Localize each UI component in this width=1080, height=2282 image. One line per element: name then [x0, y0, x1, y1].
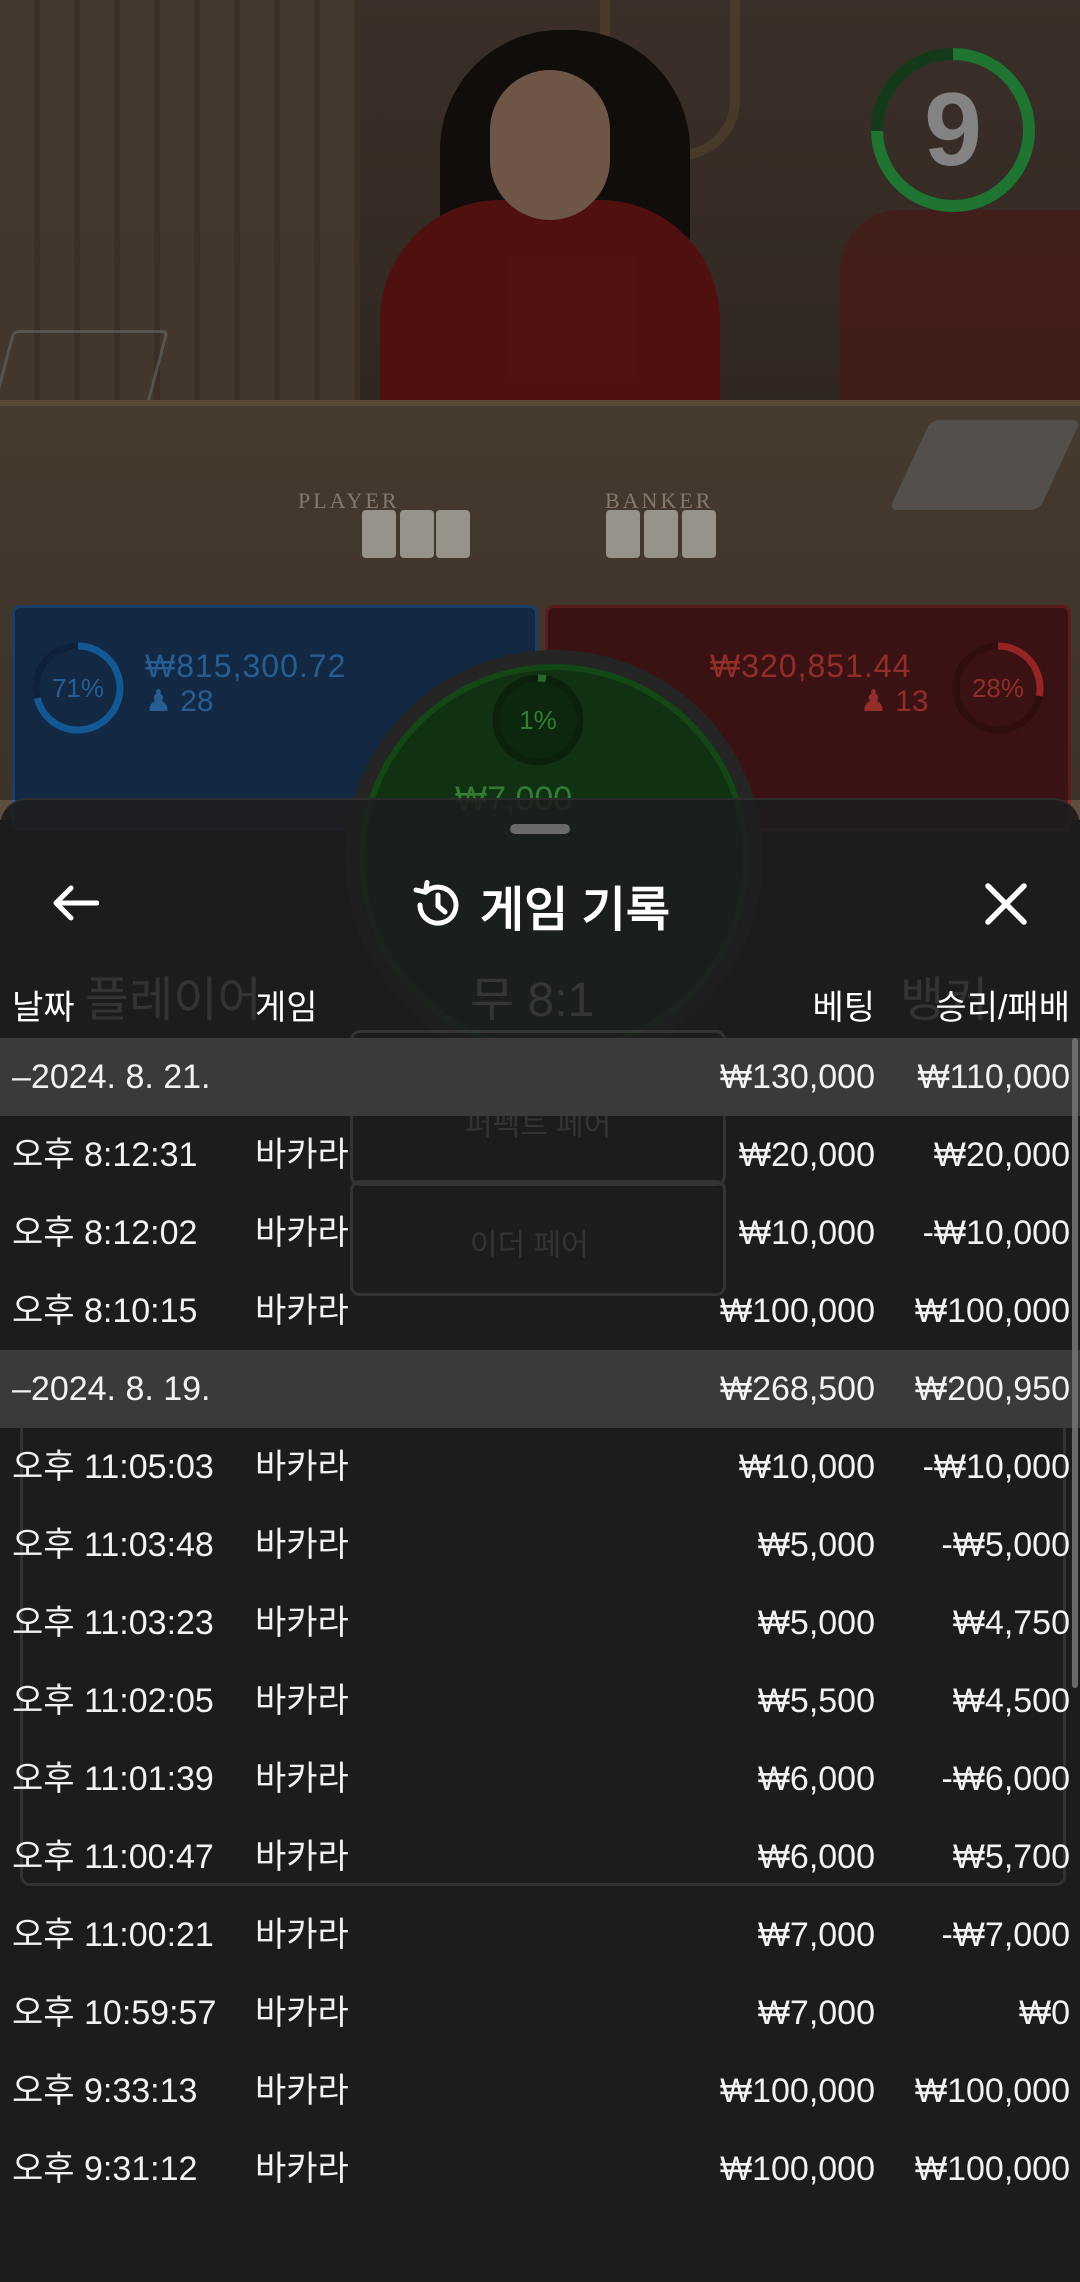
round-bet: ₩5,000	[757, 1526, 875, 1564]
round-bet: ₩5,000	[757, 1604, 875, 1642]
round-time: 오후 11:02:05	[12, 1682, 214, 1720]
group-bet-total: ₩130,000	[720, 1058, 875, 1096]
group-bet-total: ₩268,500	[720, 1370, 875, 1408]
round-result: -₩6,000	[941, 1760, 1071, 1798]
column-game: 게임	[255, 989, 318, 1027]
round-game: 바카라	[255, 1604, 349, 1642]
round-time: 오후 10:59:57	[12, 1994, 217, 2032]
round-game: 바카라	[255, 1760, 349, 1798]
history-row[interactable]: 오후 11:00:21 바카라 ₩7,000 -₩7,000	[0, 1896, 1080, 1974]
round-time: 오후 8:12:02	[12, 1214, 198, 1252]
round-result: ₩100,000	[915, 2150, 1070, 2188]
round-result: ₩20,000	[933, 1136, 1070, 1174]
round-time: 오후 9:31:12	[12, 2150, 198, 2188]
round-time: 오후 11:01:39	[12, 1760, 214, 1798]
round-bet: ₩100,000	[720, 1292, 875, 1330]
round-time: 오후 11:03:23	[12, 1604, 214, 1642]
round-result: ₩100,000	[915, 1292, 1070, 1330]
round-time: 오후 11:00:47	[12, 1838, 214, 1876]
history-row[interactable]: 오후 11:05:03 바카라 ₩10,000 -₩10,000	[0, 1428, 1080, 1506]
column-bet: 베팅	[812, 989, 875, 1027]
round-bet: ₩100,000	[720, 2150, 875, 2188]
round-game: 바카라	[255, 1136, 349, 1174]
video-dim-overlay	[0, 0, 1080, 800]
column-result: 승리/패배	[935, 989, 1070, 1027]
scrollbar[interactable]	[1072, 1038, 1078, 1688]
history-row[interactable]: 오후 8:12:31 바카라 ₩20,000 ₩20,000	[0, 1116, 1080, 1194]
round-game: 바카라	[255, 1838, 349, 1876]
history-row[interactable]: 오후 8:10:15 바카라 ₩100,000 ₩100,000	[0, 1272, 1080, 1350]
history-list[interactable]: –2024. 8. 21. ₩130,000 ₩110,000 오후 8:12:31 바…	[0, 1038, 1080, 2208]
round-game: 바카라	[255, 1214, 349, 1252]
history-column-headers: 날짜 게임 베팅 승리/패배	[0, 968, 1080, 1040]
round-bet: ₩10,000	[738, 1448, 875, 1486]
history-row[interactable]: 오후 9:33:13 바카라 ₩100,000 ₩100,000	[0, 2052, 1080, 2130]
round-time: 오후 11:03:48	[12, 1526, 214, 1564]
round-bet: ₩6,000	[757, 1760, 875, 1798]
round-time: 오후 8:10:15	[12, 1292, 198, 1330]
round-bet: ₩7,000	[757, 1994, 875, 2032]
round-time: 오후 11:05:03	[12, 1448, 214, 1486]
date-group-row[interactable]: –2024. 8. 19. ₩268,500 ₩200,950	[0, 1350, 1080, 1428]
group-date: –2024. 8. 19.	[12, 1370, 211, 1408]
round-result: -₩5,000	[941, 1526, 1071, 1564]
arrow-left-icon	[53, 885, 99, 921]
sheet-drag-handle[interactable]	[510, 824, 570, 834]
round-bet: ₩5,500	[757, 1682, 875, 1720]
sheet-header: 게임 기록	[0, 850, 1080, 960]
column-date: 날짜	[12, 989, 75, 1027]
round-result: -₩10,000	[922, 1214, 1070, 1252]
history-row[interactable]: 오후 11:01:39 바카라 ₩6,000 -₩6,000	[0, 1740, 1080, 1818]
round-game: 바카라	[255, 1292, 349, 1330]
round-game: 바카라	[255, 1994, 349, 2032]
round-bet: ₩10,000	[738, 1214, 875, 1252]
round-bet: ₩6,000	[757, 1838, 875, 1876]
round-time: 오후 11:00:21	[12, 1916, 214, 1954]
game-history-sheet: 플레이어 무 8:1 뱅커 플레이어 보너스 퍼펙트 페어 이더 페어 게임 기…	[0, 798, 1080, 2282]
history-row[interactable]: 오후 9:31:12 바카라 ₩100,000 ₩100,000	[0, 2130, 1080, 2208]
history-icon	[413, 880, 459, 926]
round-time: 오후 8:12:31	[12, 1136, 198, 1174]
round-result: ₩0	[1019, 1994, 1070, 2032]
history-row[interactable]: 오후 11:02:05 바카라 ₩5,500 ₩4,500	[0, 1662, 1080, 1740]
round-game: 바카라	[255, 1448, 349, 1486]
round-result: ₩4,750	[952, 1604, 1070, 1642]
history-row[interactable]: 오후 11:00:47 바카라 ₩6,000 ₩5,700	[0, 1818, 1080, 1896]
round-result: ₩100,000	[915, 2072, 1070, 2110]
round-result: ₩5,700	[952, 1838, 1070, 1876]
close-button[interactable]	[970, 868, 1042, 940]
sheet-title: 게임 기록	[480, 884, 670, 937]
round-game: 바카라	[255, 2072, 349, 2110]
back-button[interactable]	[40, 868, 110, 938]
group-date: –2024. 8. 21.	[12, 1058, 211, 1096]
round-result: -₩10,000	[922, 1448, 1070, 1486]
round-bet: ₩7,000	[757, 1916, 875, 1954]
history-row[interactable]: 오후 10:59:57 바카라 ₩7,000 ₩0	[0, 1974, 1080, 2052]
round-game: 바카라	[255, 2150, 349, 2188]
round-bet: ₩100,000	[720, 2072, 875, 2110]
group-result-total: ₩110,000	[917, 1058, 1070, 1096]
round-game: 바카라	[255, 1682, 349, 1720]
history-row[interactable]: 오후 8:12:02 바카라 ₩10,000 -₩10,000	[0, 1194, 1080, 1272]
round-game: 바카라	[255, 1916, 349, 1954]
history-row[interactable]: 오후 11:03:48 바카라 ₩5,000 -₩5,000	[0, 1506, 1080, 1584]
close-icon	[985, 883, 1027, 925]
round-bet: ₩20,000	[738, 1136, 875, 1174]
round-result: ₩4,500	[952, 1682, 1070, 1720]
round-time: 오후 9:33:13	[12, 2072, 198, 2110]
date-group-row[interactable]: –2024. 8. 21. ₩130,000 ₩110,000	[0, 1038, 1080, 1116]
group-result-total: ₩200,950	[915, 1370, 1070, 1408]
round-game: 바카라	[255, 1526, 349, 1564]
round-result: -₩7,000	[941, 1916, 1071, 1954]
history-row[interactable]: 오후 11:03:23 바카라 ₩5,000 ₩4,750	[0, 1584, 1080, 1662]
